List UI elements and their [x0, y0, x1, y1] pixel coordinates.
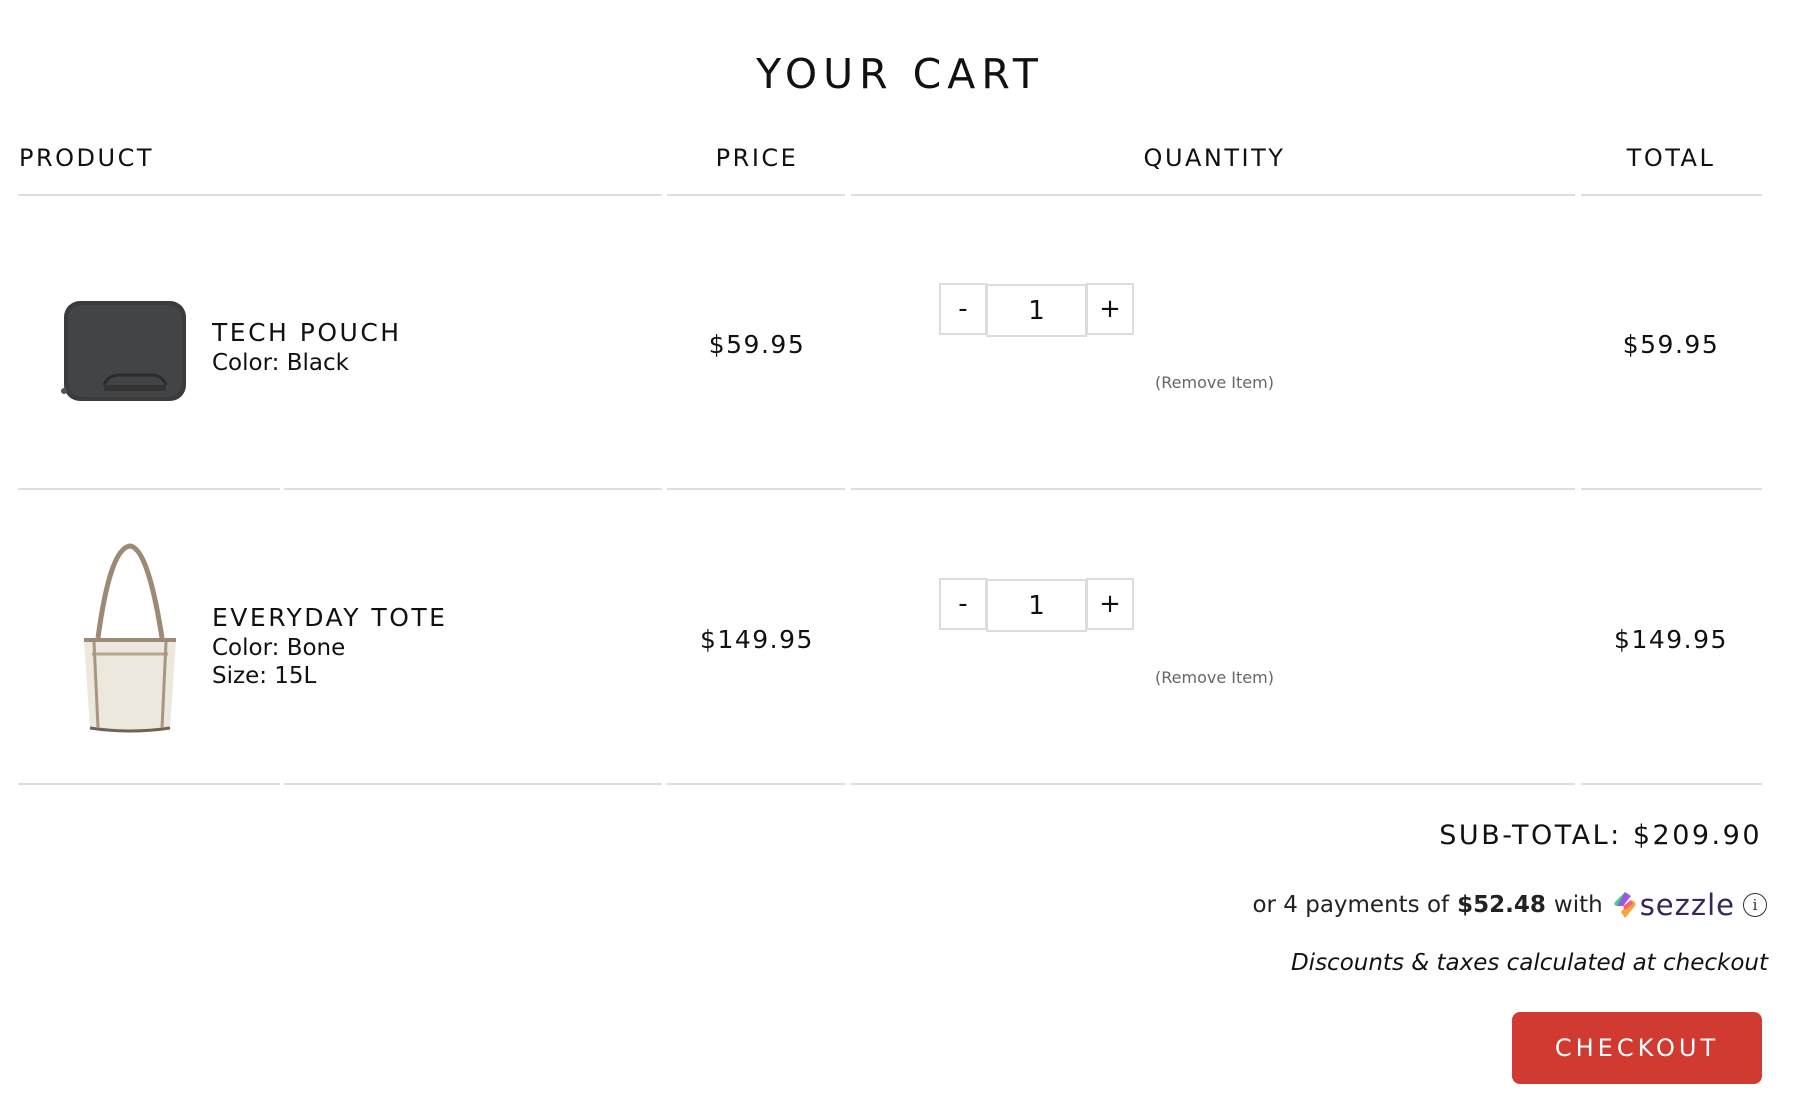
installments-prefix: or 4 payments of	[1252, 892, 1450, 918]
table-row: TECH POUCH Color: Black $59.95 - + (Remo…	[0, 195, 1800, 488]
tax-disclaimer: Discounts & taxes calculated at checkout	[1290, 950, 1768, 976]
decrease-quantity-button[interactable]: -	[939, 578, 987, 630]
column-header-price: PRICE	[715, 144, 799, 172]
divider	[284, 783, 662, 785]
remove-item-link[interactable]: (Remove Item)	[851, 373, 1578, 392]
checkout-button[interactable]: CHECKOUT	[1512, 1012, 1762, 1084]
subtotal-label: SUB-TOTAL:	[1439, 820, 1622, 851]
column-header-product: PRODUCT	[19, 144, 155, 172]
remove-item-link[interactable]: (Remove Item)	[851, 668, 1578, 687]
divider	[851, 783, 1575, 785]
quantity-stepper: - +	[939, 283, 1135, 337]
product-image[interactable]	[48, 293, 198, 443]
increase-quantity-button[interactable]: +	[1086, 578, 1134, 630]
increase-quantity-button[interactable]: +	[1086, 283, 1134, 335]
product-name[interactable]: TECH POUCH	[212, 317, 402, 349]
installments-suffix: with	[1553, 892, 1603, 918]
subtotal-value: $209.90	[1632, 820, 1762, 851]
info-icon[interactable]: i	[1743, 893, 1767, 917]
subtotal: SUB-TOTAL: $209.90	[1439, 820, 1762, 851]
product-image[interactable]	[70, 538, 190, 738]
product-option-color: Color: Bone	[212, 635, 346, 661]
item-price: $59.95	[708, 330, 806, 359]
column-header-quantity: QUANTITY	[1143, 144, 1286, 172]
product-info: EVERYDAY TOTE Color: Bone Size: 15L	[212, 602, 447, 690]
table-row: EVERYDAY TOTE Color: Bone Size: 15L $149…	[0, 490, 1800, 783]
decrease-quantity-button[interactable]: -	[939, 283, 987, 335]
item-total: $59.95	[1622, 330, 1720, 359]
product-info: TECH POUCH Color: Black	[212, 317, 402, 377]
divider	[667, 783, 845, 785]
column-header-total: TOTAL	[1626, 144, 1716, 172]
tech-pouch-image	[61, 301, 186, 401]
everyday-tote-image	[84, 543, 176, 733]
quantity-input[interactable]	[986, 579, 1087, 632]
product-option-size: Size: 15L	[212, 663, 317, 689]
quantity-input[interactable]	[986, 284, 1087, 337]
installments-info: or 4 payments of $52.48 with sezzle i	[1252, 888, 1767, 922]
installment-amount: $52.48	[1457, 892, 1546, 918]
quantity-stepper: - +	[939, 578, 1135, 632]
product-option-color: Color: Black	[212, 350, 349, 376]
item-total: $149.95	[1614, 625, 1728, 654]
divider	[18, 783, 280, 785]
sezzle-logo[interactable]: sezzle	[1611, 888, 1735, 922]
divider	[1581, 783, 1762, 785]
page-title: YOUR CART	[756, 50, 1044, 98]
item-price: $149.95	[700, 625, 814, 654]
sezzle-wordmark: sezzle	[1639, 888, 1735, 922]
product-name[interactable]: EVERYDAY TOTE	[212, 602, 447, 634]
sezzle-logo-icon	[1614, 892, 1636, 918]
